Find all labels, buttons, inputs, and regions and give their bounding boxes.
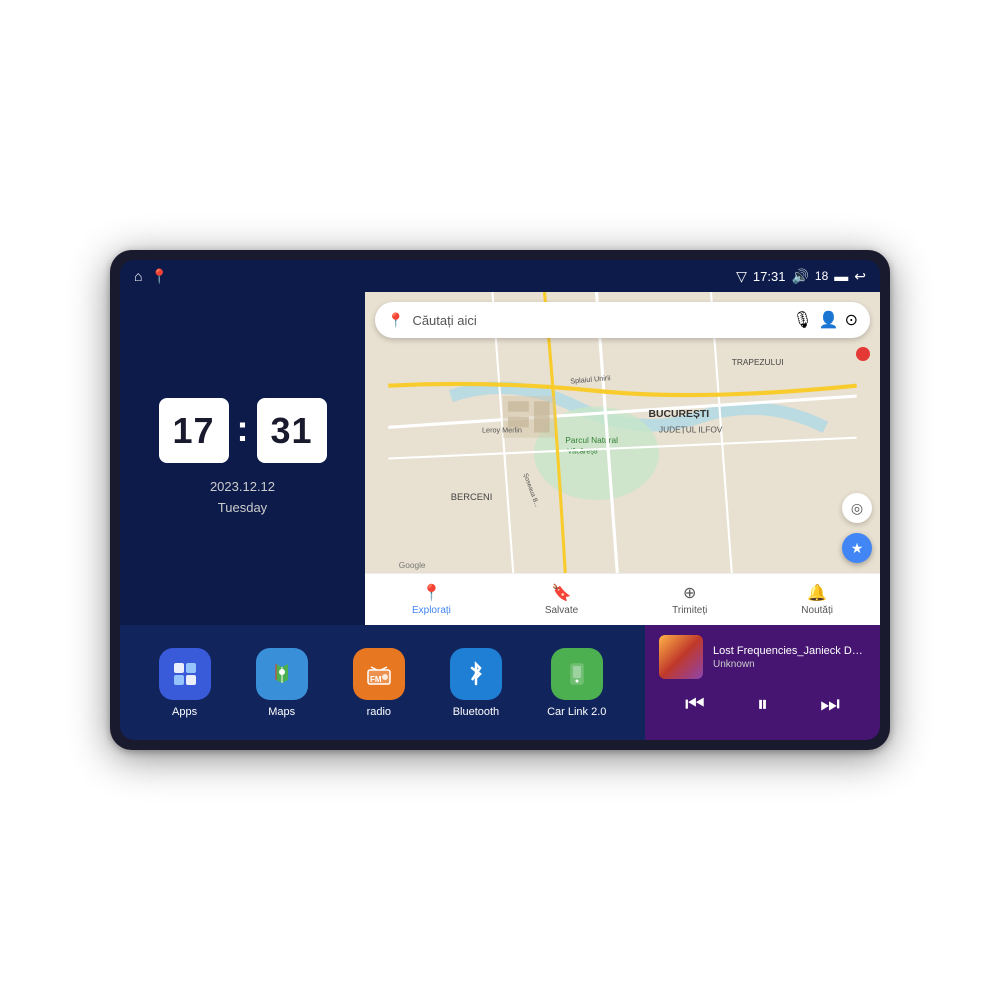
music-next-btn[interactable]: ⏭ [810,687,850,721]
battery-icon: ▬ [834,268,848,284]
star-icon: ★ [851,540,864,557]
svg-text:FM: FM [370,675,382,684]
svg-text:Google: Google [399,560,426,570]
bluetooth-icon [450,648,502,700]
music-artist: Unknown [713,659,866,670]
map-tab-salvate-label: Salvate [545,605,578,616]
map-search-placeholder[interactable]: Căutați aici [412,313,784,328]
radio-label: radio [367,706,391,718]
battery-level: 18 [815,269,828,283]
clock-minute: 31 [257,398,327,463]
bell-icon: 🔔 [807,583,827,603]
map-location-btn[interactable]: ◎ [842,493,872,523]
volume-icon: 🔊 [791,268,808,285]
status-time: 17:31 [753,269,786,284]
location-icon[interactable]: 📍 [150,268,167,285]
app-item-carlink[interactable]: Car Link 2.0 [547,648,606,718]
svg-text:Leroy Merlin: Leroy Merlin [482,426,522,435]
map-widget: 📍 Căutați aici 🎙 👤 ⊙ [365,292,880,625]
svg-text:TRAPEZULUI: TRAPEZULUI [732,357,784,367]
bluetooth-label: Bluetooth [453,706,499,718]
music-panel: Lost Frequencies_Janieck Devy-... Unknow… [645,625,880,740]
save-icon: 🔖 [552,583,572,603]
map-tab-noutati-label: Noutăți [801,605,833,616]
mic-icon[interactable]: 🎙 [792,310,812,330]
app-item-apps[interactable]: Apps [159,648,211,718]
music-play-btn[interactable]: ⏸ [747,687,778,721]
music-title: Lost Frequencies_Janieck Devy-... [713,645,866,657]
svg-text:BUCUREȘTI: BUCUREȘTI [649,409,710,420]
status-bar: ⌂ 📍 ▽ 17:31 🔊 18 ▬ ↩ [120,260,880,292]
apps-panel: Apps Maps [120,625,645,740]
explore-icon: 📍 [421,583,441,603]
apps-icon [159,648,211,700]
home-icon[interactable]: ⌂ [134,268,142,284]
apps-label: Apps [172,706,197,718]
svg-text:BERCENI: BERCENI [451,492,493,502]
clock-date-value: 2023.12.12 [210,477,275,498]
map-tab-noutati[interactable]: 🔔 Noutăți [801,583,833,616]
signal-icon: ▽ [736,268,747,285]
top-section: 17 : 31 2023.12.12 Tuesday 📍 Căutați aic… [120,292,880,625]
map-start-btn[interactable]: ★ [842,533,872,563]
map-tab-explorare-label: Explorați [412,605,451,616]
main-content: 17 : 31 2023.12.12 Tuesday 📍 Căutați aic… [120,292,880,740]
music-controls: ⏮ ⏸ ⏭ [659,687,866,721]
app-item-maps[interactable]: Maps [256,648,308,718]
share-icon: ⊕ [683,583,696,603]
clock-date: 2023.12.12 Tuesday [210,477,275,519]
maps-icon [256,648,308,700]
map-tab-explorare[interactable]: 📍 Explorați [412,583,451,616]
radio-icon: FM [353,648,405,700]
clock-day-value: Tuesday [210,498,275,519]
maps-label: Maps [268,706,295,718]
status-left-icons: ⌂ 📍 [134,268,168,285]
svg-text:Parcul Natural: Parcul Natural [565,435,618,445]
map-bottom-bar: 📍 Explorați 🔖 Salvate ⊕ Trimiteți 🔔 [365,573,880,625]
clock-widget: 17 : 31 2023.12.12 Tuesday [120,292,365,625]
device-screen: ⌂ 📍 ▽ 17:31 🔊 18 ▬ ↩ 17 : [120,260,880,740]
account-icon[interactable]: 👤 [819,310,839,330]
device-outer: ⌂ 📍 ▽ 17:31 🔊 18 ▬ ↩ 17 : [110,250,890,750]
carlink-icon [551,648,603,700]
map-red-marker [856,347,870,361]
svg-text:JUDEȚUL ILFOV: JUDEȚUL ILFOV [659,425,723,435]
music-text: Lost Frequencies_Janieck Devy-... Unknow… [713,645,866,670]
status-right-icons: ▽ 17:31 🔊 18 ▬ ↩ [736,268,866,285]
clock-hour: 17 [159,398,229,463]
map-tab-salvate[interactable]: 🔖 Salvate [545,583,578,616]
map-tab-trimiteti[interactable]: ⊕ Trimiteți [672,583,707,616]
music-thumb-art [659,635,703,679]
map-search-bar[interactable]: 📍 Căutați aici 🎙 👤 ⊙ [375,302,870,338]
app-item-radio[interactable]: FM radio [353,648,405,718]
music-thumbnail [659,635,703,679]
maps-logo-icon: 📍 [387,312,404,329]
clock-colon: : [237,408,249,450]
music-info: Lost Frequencies_Janieck Devy-... Unknow… [659,635,866,679]
compass-icon: ◎ [851,500,863,517]
menu-icon[interactable]: ⊙ [845,310,858,330]
back-icon[interactable]: ↩ [854,268,866,285]
carlink-label: Car Link 2.0 [547,706,606,718]
bottom-section: Apps Maps [120,625,880,740]
music-prev-btn[interactable]: ⏮ [675,687,715,721]
clock-display: 17 : 31 [159,398,327,463]
app-item-bluetooth[interactable]: Bluetooth [450,648,502,718]
map-tab-trimiteti-label: Trimiteți [672,605,707,616]
map-search-actions: 🎙 👤 ⊙ [792,310,858,330]
